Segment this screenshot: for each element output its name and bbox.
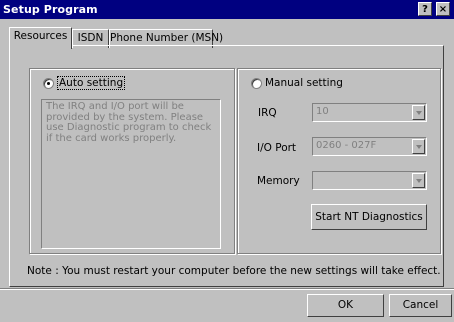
resources-panel [9, 45, 444, 287]
cancel-label: Cancel [402, 299, 439, 311]
cancel-button[interactable]: Cancel [389, 294, 452, 317]
tab-resources[interactable]: Resources [9, 27, 72, 49]
ok-label: OK [337, 299, 354, 311]
tab-resources-label: Resources [13, 30, 68, 42]
separator [0, 288, 454, 290]
tab-isdn-label: ISDN [77, 32, 104, 44]
window-title: Setup Program [3, 3, 98, 16]
close-button[interactable]: × [436, 2, 450, 16]
tab-phone-number-label: Phone Number (MSN) [110, 32, 224, 44]
ok-button[interactable]: OK [307, 294, 384, 317]
title-bar: Setup Program ? × [0, 0, 454, 19]
help-button[interactable]: ? [418, 2, 432, 16]
